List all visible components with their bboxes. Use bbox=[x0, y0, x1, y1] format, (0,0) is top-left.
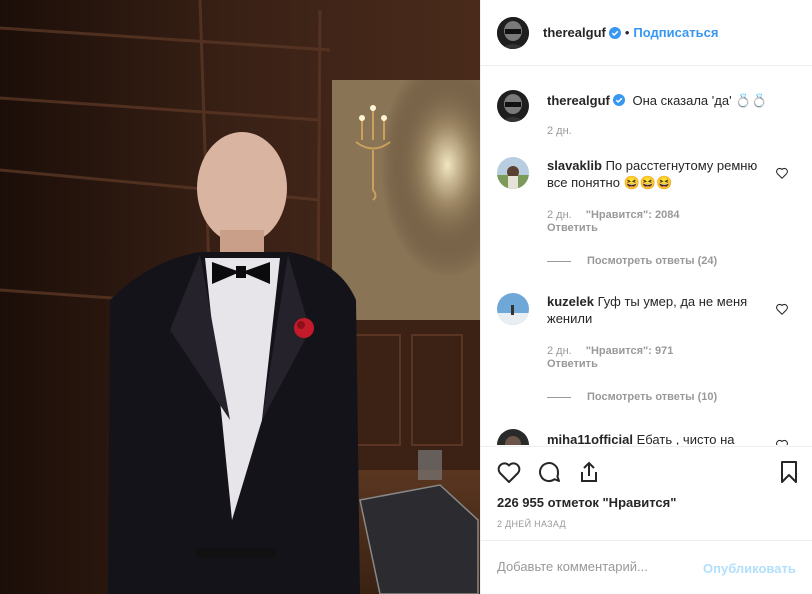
bookmark-icon[interactable] bbox=[776, 459, 802, 485]
caption: therealguf Она сказала 'да' 💍💍 2 дн. bbox=[497, 90, 797, 140]
comment-like-icon[interactable] bbox=[775, 438, 789, 445]
follow-button[interactable]: Подписаться bbox=[633, 25, 718, 40]
comment-avatar[interactable] bbox=[497, 293, 529, 325]
separator-dot: • bbox=[624, 25, 630, 40]
reply-button[interactable]: Ответить bbox=[547, 222, 598, 234]
comment-likes[interactable]: "Нравится": 971 bbox=[586, 345, 674, 357]
comment-input[interactable] bbox=[497, 559, 697, 574]
comment-icon[interactable] bbox=[536, 459, 562, 485]
post-actions: 226 955 отметок "Нравится" bbox=[481, 446, 812, 516]
likes-count[interactable]: 226 955 отметок "Нравится" bbox=[497, 495, 676, 510]
caption-avatar[interactable] bbox=[497, 90, 529, 122]
comments-list[interactable]: therealguf Она сказала 'да' 💍💍 2 дн. sla… bbox=[481, 67, 812, 445]
comment-time: 2 дн. bbox=[547, 209, 572, 221]
comment-username[interactable]: miha11official bbox=[547, 432, 633, 445]
share-icon[interactable] bbox=[576, 459, 602, 485]
view-replies-button[interactable]: Посмотреть ответы (24) bbox=[547, 255, 717, 267]
caption-username[interactable]: therealguf bbox=[547, 93, 610, 108]
comment-likes[interactable]: "Нравится": 2084 bbox=[586, 209, 680, 221]
publish-button[interactable]: Опубликовать bbox=[703, 561, 796, 576]
comment-item: kuzelek Гуф ты умер, да не меня женили 2… bbox=[497, 293, 797, 413]
view-replies-button[interactable]: Посмотреть ответы (10) bbox=[547, 391, 717, 403]
heart-icon[interactable] bbox=[496, 459, 522, 485]
author-username[interactable]: therealguf bbox=[543, 25, 606, 40]
caption-time: 2 дн. bbox=[547, 125, 572, 137]
comment-text: Ебать , чисто на bbox=[636, 432, 735, 445]
divider-line bbox=[547, 396, 571, 398]
comment-time: 2 дн. bbox=[547, 345, 572, 357]
comment-like-icon[interactable] bbox=[775, 302, 789, 316]
comment-avatar[interactable] bbox=[497, 429, 529, 445]
comment-username[interactable]: slavaklib bbox=[547, 158, 602, 173]
view-replies-label: Посмотреть ответы (10) bbox=[587, 391, 718, 403]
comment-item: slavaklib По расстегнутому ремню все пон… bbox=[497, 157, 797, 277]
post-side-panel: therealguf • Подписаться therealguf Она … bbox=[480, 0, 812, 594]
comment-username[interactable]: kuzelek bbox=[547, 294, 594, 309]
divider-line bbox=[547, 260, 571, 262]
reply-button[interactable]: Ответить bbox=[547, 358, 598, 370]
post-header: therealguf • Подписаться bbox=[481, 0, 812, 66]
comment-like-icon[interactable] bbox=[775, 166, 789, 180]
caption-text: Она сказала 'да' 💍💍 bbox=[632, 93, 768, 108]
verified-badge-icon bbox=[612, 94, 625, 106]
comment-item: miha11official Ебать , чисто на bbox=[497, 429, 797, 445]
verified-badge-icon bbox=[608, 26, 621, 39]
add-comment-bar: Опубликовать bbox=[481, 540, 812, 594]
author-avatar[interactable] bbox=[497, 16, 529, 49]
post-photo[interactable] bbox=[0, 0, 480, 594]
view-replies-label: Посмотреть ответы (24) bbox=[587, 255, 718, 267]
post-time[interactable]: 2 ДНЕЙ НАЗАД bbox=[497, 519, 566, 529]
comment-avatar[interactable] bbox=[497, 157, 529, 189]
